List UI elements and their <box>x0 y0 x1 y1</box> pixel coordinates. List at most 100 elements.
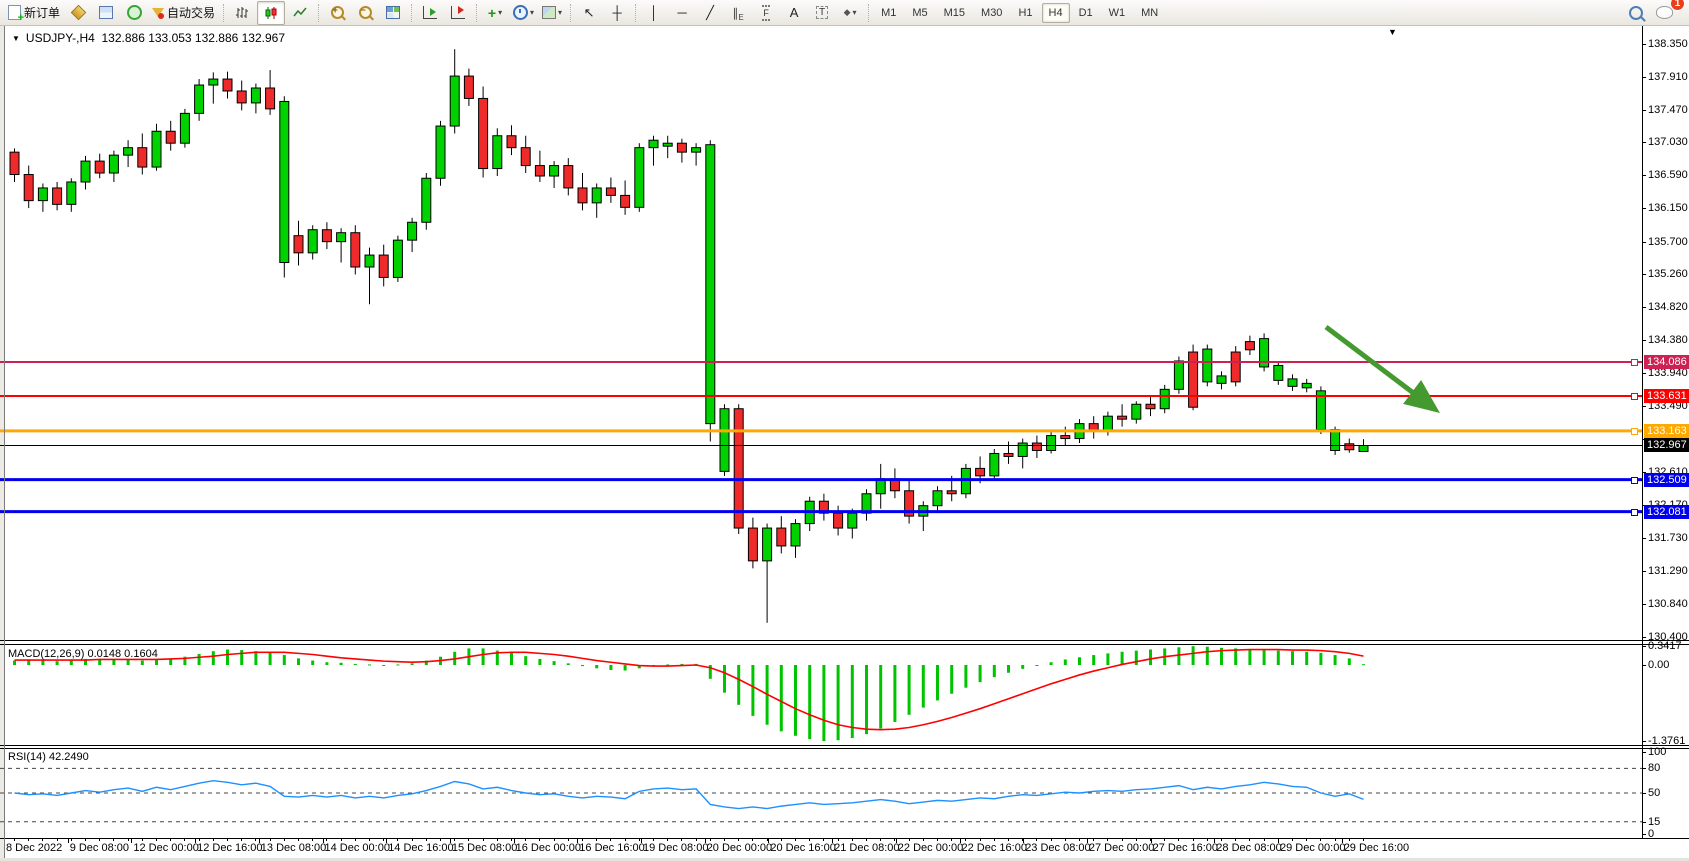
timeframe-button-m30[interactable]: M30 <box>974 3 1009 23</box>
trendline-tool-button[interactable]: ╱ <box>697 2 723 24</box>
tile-windows-button[interactable] <box>380 2 406 24</box>
time-axis-minor-tick <box>1221 839 1222 841</box>
rsi-label: RSI(14) 42.2490 <box>8 751 89 763</box>
time-axis-minor-tick <box>227 839 228 841</box>
time-axis-tick <box>450 839 451 843</box>
price-level-tag[interactable]: 133.163 <box>1644 424 1689 438</box>
panel-separator[interactable] <box>0 640 1689 641</box>
periods-button[interactable]: ▾ <box>510 2 537 24</box>
panel-separator[interactable] <box>0 748 1689 749</box>
time-axis-minor-tick <box>767 839 768 841</box>
candle-bearish <box>10 152 19 174</box>
time-axis-tick <box>195 839 196 843</box>
channel-tool-button[interactable]: ∥E <box>725 2 751 24</box>
data-window-button[interactable] <box>93 2 119 24</box>
timeframe-button-h1[interactable]: H1 <box>1011 3 1039 23</box>
auto-scroll-button[interactable] <box>417 2 443 24</box>
timeframe-button-d1[interactable]: D1 <box>1072 3 1100 23</box>
time-axis-minor-tick <box>639 839 640 841</box>
macd-histogram-bar <box>141 661 144 665</box>
market-watch-button[interactable] <box>65 2 91 24</box>
chart-dropdown-icon[interactable]: ▼ <box>12 34 20 43</box>
time-axis-tick <box>832 839 833 843</box>
indicators-button[interactable]: +▾ <box>482 2 508 24</box>
time-axis-minor-tick <box>1065 839 1066 841</box>
line-chart-button[interactable] <box>287 2 313 24</box>
candlestick-chart-button[interactable] <box>257 1 285 25</box>
notifications-button[interactable]: 1 <box>1651 2 1677 24</box>
crosshair-tool-button[interactable]: ┼ <box>604 2 630 24</box>
price-level-tag[interactable]: 132.509 <box>1644 473 1689 487</box>
arrows-tool-button[interactable]: ◆▾ <box>837 2 863 24</box>
timeframe-button-m15[interactable]: M15 <box>937 3 972 23</box>
line-anchor-handle[interactable] <box>1631 359 1638 366</box>
candlestick-chart-icon <box>264 6 278 20</box>
bar-chart-button[interactable] <box>229 2 255 24</box>
macd-histogram-bar <box>1248 650 1251 665</box>
timeframe-button-h4[interactable]: H4 <box>1042 3 1070 23</box>
main-price-chart[interactable] <box>0 26 1642 640</box>
macd-histogram-bar <box>226 650 229 665</box>
time-axis-minor-tick <box>1235 839 1236 841</box>
zoom-in-button[interactable]: + <box>324 2 350 24</box>
panel-separator[interactable] <box>0 745 1689 746</box>
autotrade-button[interactable]: 自动交易 <box>149 2 218 24</box>
timeframe-button-w1[interactable]: W1 <box>1102 3 1133 23</box>
tile-windows-icon <box>386 6 400 19</box>
rsi-indicator-panel[interactable] <box>0 749 1642 838</box>
candle-bearish <box>606 188 615 195</box>
macd-signal-line <box>15 650 1364 730</box>
vertical-line-tool-button[interactable]: │ <box>641 2 667 24</box>
fibonacci-tool-button[interactable]: F <box>753 2 779 24</box>
time-axis-minor-tick <box>397 839 398 841</box>
price-level-tag[interactable]: 133.631 <box>1644 389 1689 403</box>
candle-bearish <box>464 76 473 98</box>
text-tool-button[interactable]: A <box>781 2 807 24</box>
templates-button[interactable]: ▾ <box>539 2 565 24</box>
timeframe-button-mn[interactable]: MN <box>1134 3 1165 23</box>
macd-histogram-bar <box>1050 662 1053 665</box>
macd-histogram-bar <box>936 665 939 700</box>
time-axis-minor-tick <box>738 839 739 841</box>
new-order-button[interactable]: 新订单 <box>5 2 63 24</box>
time-axis-label: 20 Dec 00:00 <box>707 842 772 854</box>
price-level-tag[interactable]: 132.967 <box>1644 438 1689 452</box>
horizontal-line-tool-button[interactable]: ─ <box>669 2 695 24</box>
fibonacci-icon: F <box>762 5 770 21</box>
price-level-tag[interactable]: 134.086 <box>1644 355 1689 369</box>
time-axis-minor-tick <box>1292 839 1293 841</box>
candle-bearish <box>976 468 985 475</box>
timeframe-button-m5[interactable]: M5 <box>905 3 934 23</box>
line-anchor-handle[interactable] <box>1631 393 1638 400</box>
panel-separator[interactable] <box>0 644 1689 645</box>
search-button[interactable] <box>1623 2 1649 24</box>
line-anchor-handle[interactable] <box>1631 509 1638 516</box>
macd-indicator-panel[interactable] <box>0 646 1642 744</box>
time-axis-minor-tick <box>980 839 981 841</box>
cursor-icon: ↖ <box>584 6 595 19</box>
timeframe-button-m1[interactable]: M1 <box>874 3 903 23</box>
cursor-tool-button[interactable]: ↖ <box>576 2 602 24</box>
time-axis-label: 14 Dec 00:00 <box>325 842 390 854</box>
price-level-tag[interactable]: 132.081 <box>1644 505 1689 519</box>
text-label-tool-button[interactable]: T <box>809 2 835 24</box>
macd-histogram-bar <box>283 655 286 665</box>
time-axis-minor-tick <box>1349 839 1350 841</box>
candle-bearish <box>1146 404 1155 408</box>
chart-shift-marker-icon[interactable]: ▼ <box>1388 27 1397 37</box>
panel-separator <box>0 838 1689 839</box>
macd-histogram-bar <box>567 663 570 665</box>
time-axis-minor-tick <box>596 839 597 841</box>
rsi-axis-label: 80 <box>1648 762 1689 774</box>
line-anchor-handle[interactable] <box>1631 477 1638 484</box>
time-axis-label: 19 Dec 08:00 <box>643 842 708 854</box>
macd-histogram-bar <box>553 661 556 665</box>
line-anchor-handle[interactable] <box>1631 428 1638 435</box>
time-axis-tick <box>323 839 324 843</box>
time-axis-minor-tick <box>511 839 512 841</box>
time-axis-tick <box>1342 839 1343 843</box>
signals-button[interactable] <box>121 2 147 24</box>
zoom-out-button[interactable]: − <box>352 2 378 24</box>
chart-shift-button[interactable] <box>445 2 471 24</box>
time-axis-tick <box>960 839 961 843</box>
